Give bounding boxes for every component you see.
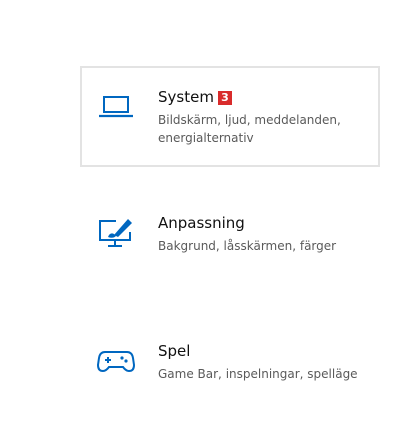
gamepad-icon [96,340,136,380]
laptop-icon [96,86,136,126]
settings-tile-personalization[interactable]: Anpassning Bakgrund, låsskärmen, färger [80,192,380,288]
settings-tile-system[interactable]: System 3 Bildskärm, ljud, meddelanden, en… [80,66,380,167]
tile-title: System 3 [158,87,232,107]
tile-title-text: System [158,88,214,106]
tile-title: Anpassning [158,214,245,232]
tile-description: Bakgrund, låsskärmen, färger [158,239,337,253]
tile-title: Spel [158,342,191,360]
tile-description: Game Bar, inspelningar, spelläge [158,367,358,381]
settings-tile-gaming[interactable]: Spel Game Bar, inspelningar, spelläge [80,320,380,416]
paint-brush-monitor-icon [96,212,136,252]
tile-description: Bildskärm, ljud, meddelanden, energialte… [158,113,341,145]
step-badge: 3 [217,91,232,105]
